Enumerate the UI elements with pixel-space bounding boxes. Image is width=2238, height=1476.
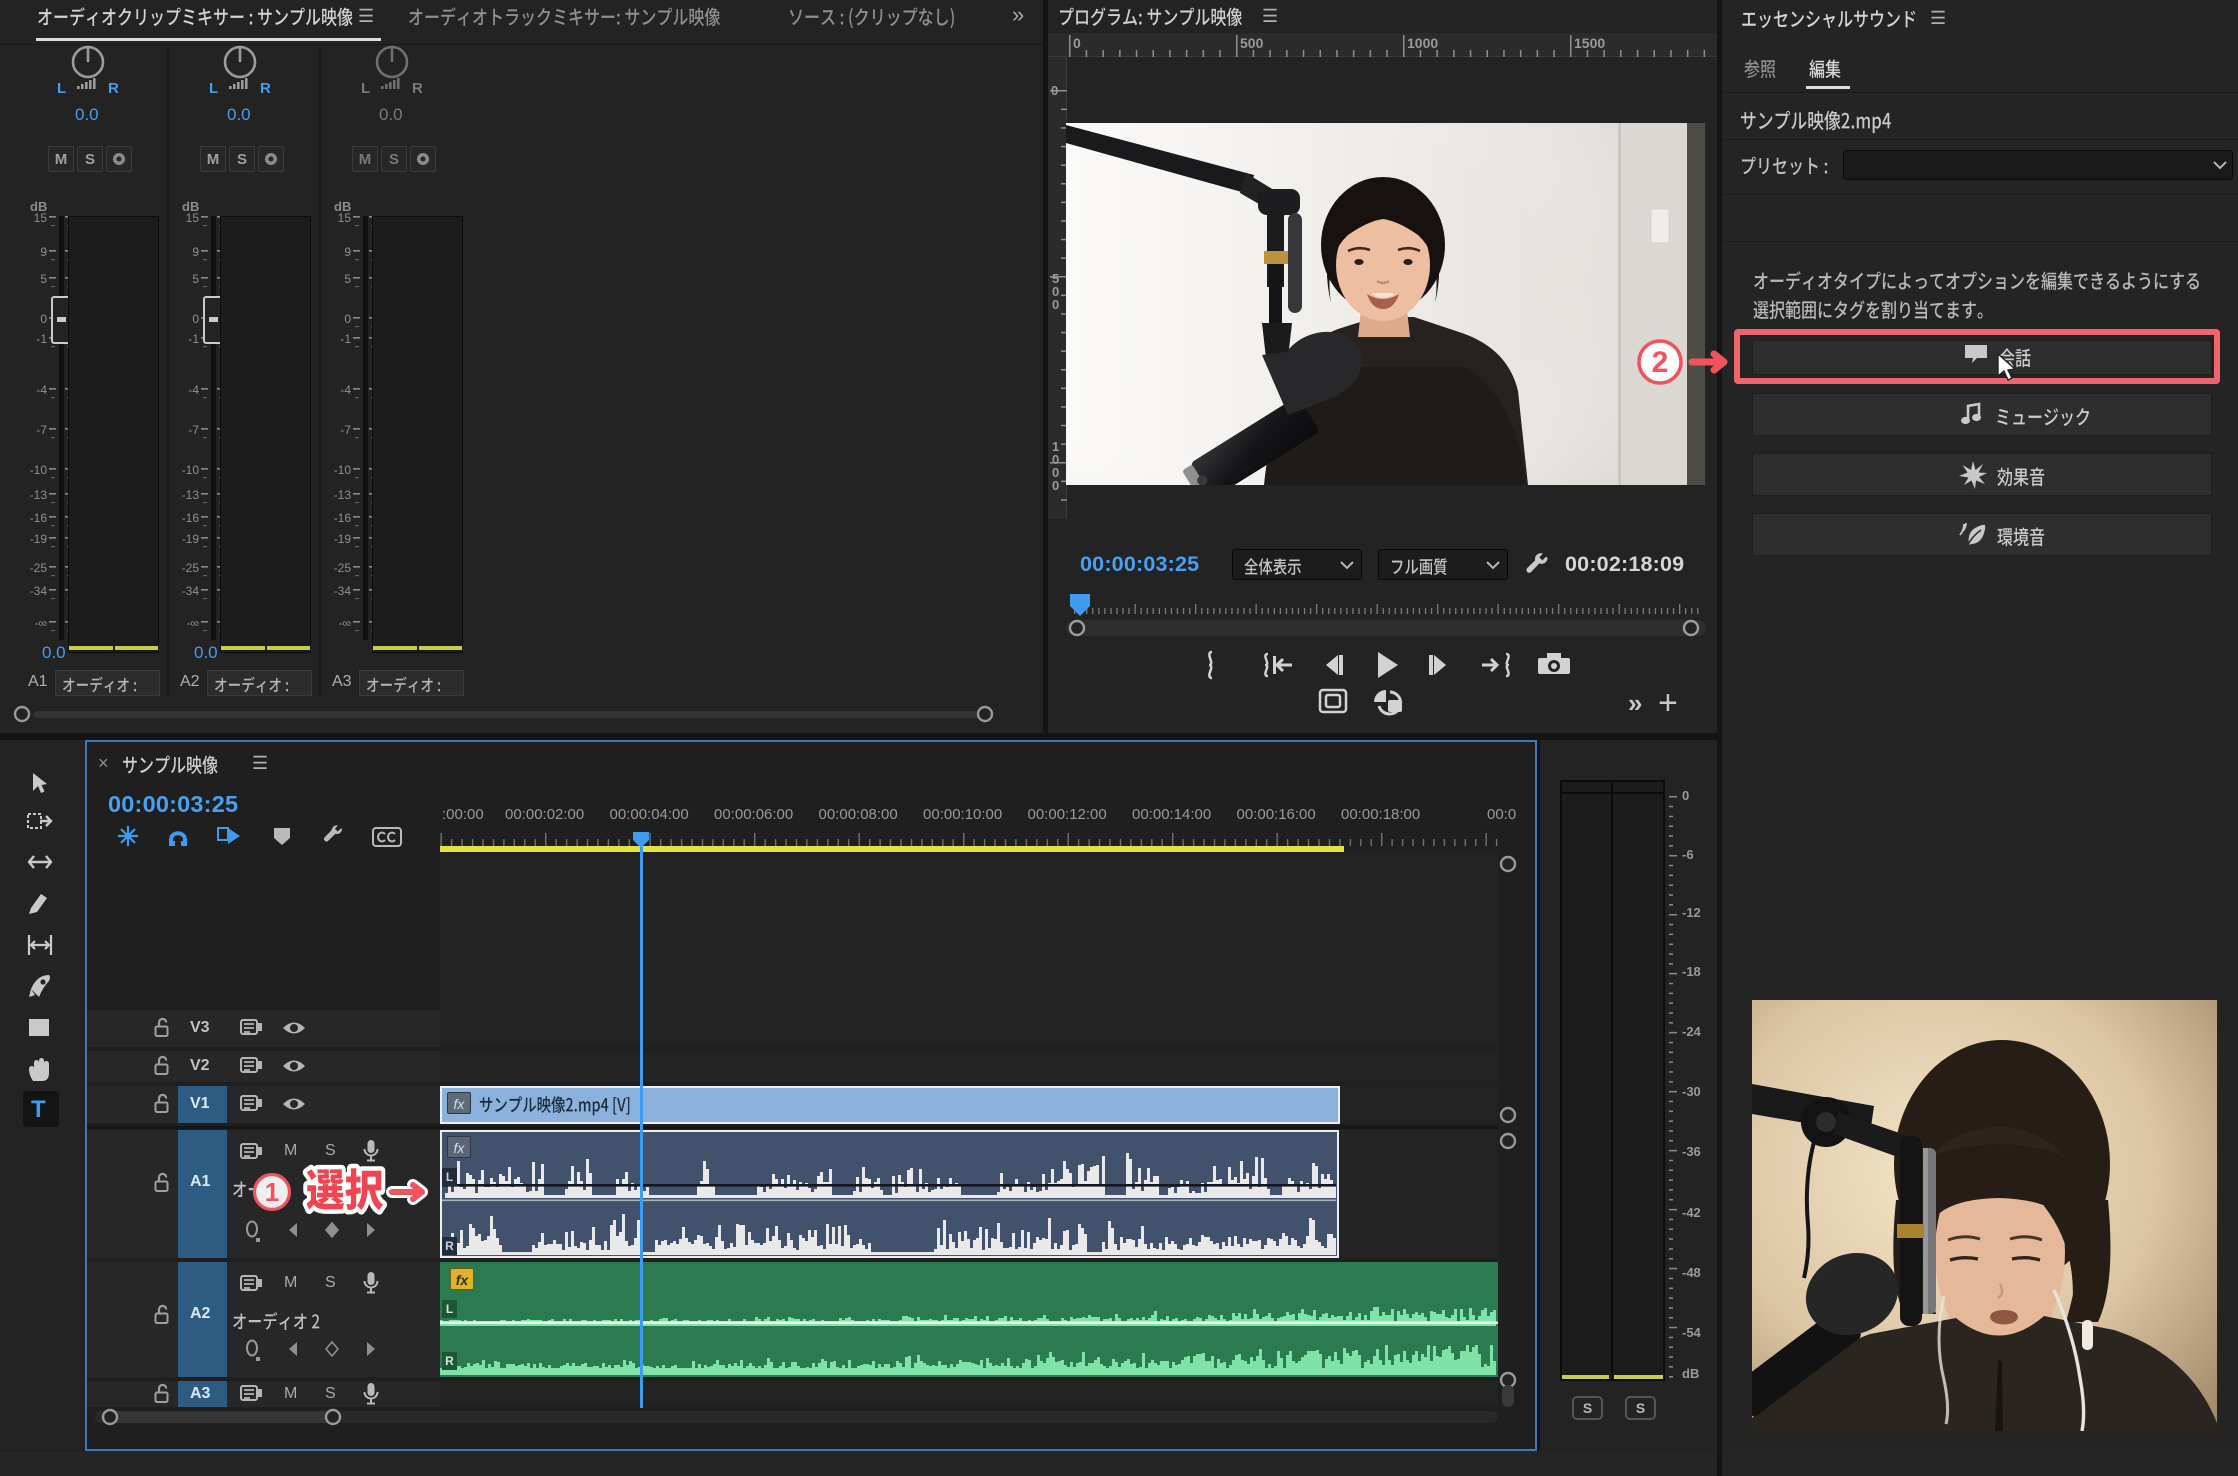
svg-text:2: 2 xyxy=(1652,346,1669,379)
svg-text:1: 1 xyxy=(265,1177,279,1207)
